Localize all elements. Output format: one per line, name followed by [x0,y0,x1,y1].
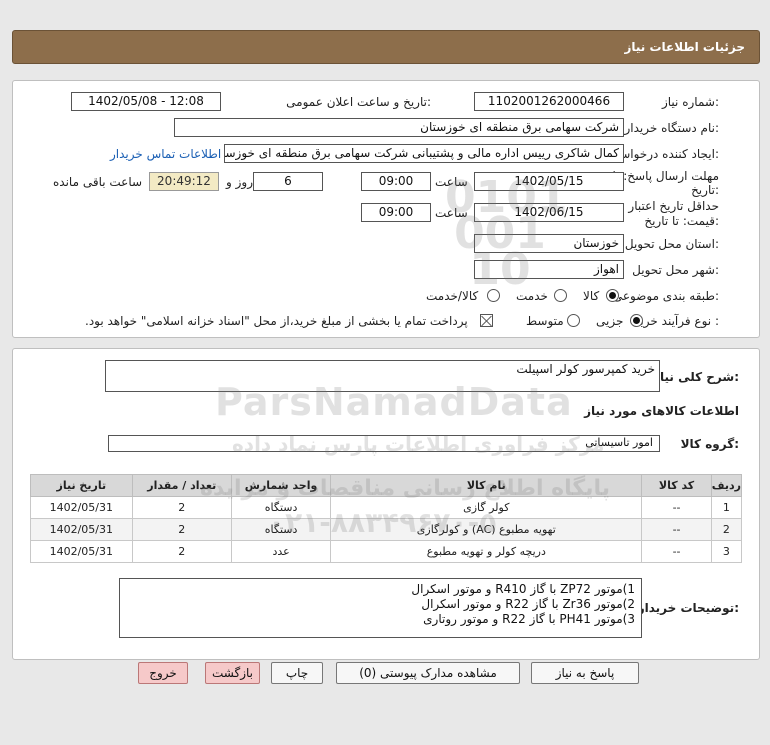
province-field: خوزستان [474,234,624,253]
deadline-time-field: 09:00 [361,172,431,191]
days-field: 6 [253,172,323,191]
page-header: جزئیات اطلاعات نیاز [12,30,760,64]
summary-field: خرید کمپرسور کولر اسپیلت [105,360,660,392]
cell-code: -- [641,540,712,563]
deadline-label-1: مهلت ارسال پاسخ: تا [612,169,719,183]
cell-qty: 2 [131,540,232,563]
category-radio-goods-service[interactable] [487,289,500,302]
category-label: طبقه بندی موضوعی: [612,289,719,303]
buyer-desc-line: 3)موتور PH41 با گاز R22 و موتور روتاری [423,612,635,626]
cell-date: 1402/05/31 [30,496,133,519]
deadline-label-2: تاریخ: [691,183,719,197]
buyer-desc-line: 2)موتور Zr36 با گاز R22 و موتور اسکرال [421,597,635,611]
deadline-date-field: 1402/05/15 [474,172,624,191]
buyer-org-label: نام دستگاه خریدار: [624,121,720,135]
validity-date-field: 1402/06/15 [474,203,624,222]
col-qty-header: تعداد / مقدار [131,474,232,497]
category-goods-label: کالا [583,289,600,303]
treasury-note: پرداخت تمام یا بخشی از مبلغ خرید،از محل … [85,314,468,328]
reply-button[interactable]: پاسخ به نیاز [531,662,639,684]
page-title: جزئیات اطلاعات نیاز [624,40,745,54]
buyer-desc-line: 1)موتور ZP72 با گاز R410 و موتور اسکرال [411,582,635,596]
days-and-label: روز و [226,175,253,189]
cell-name: دریچه کولر و تهویه مطبوع [330,540,643,563]
validity-time-field: 09:00 [361,203,431,222]
cell-row: 2 [710,518,743,541]
purchase-type-label: نوع فرآیند خرید : [634,314,719,328]
validity-label-2: قیمت: تا تاریخ: [644,214,719,228]
need-number-field: 1102001262000466 [474,92,624,111]
buyer-desc-label: توضیحات خریدار: [637,601,739,615]
purchase-medium-label: متوسط [526,314,564,328]
cell-name: کولر گازی [330,496,643,519]
validity-time-label: ساعت [435,206,468,220]
cell-row: 1 [710,496,743,519]
buyer-desc-field: 1)موتور ZP72 با گاز R410 و موتور اسکرال … [119,578,642,638]
cell-date: 1402/05/31 [30,540,133,563]
goods-group-field: امور تاسیساتی [108,435,660,452]
treasury-checkbox[interactable] [480,314,493,327]
cell-qty: 2 [131,518,232,541]
print-button[interactable]: چاپ [271,662,323,684]
province-label: استان محل تحویل: [624,237,719,251]
need-details-panel: شرح کلی نیاز: خرید کمپرسور کولر اسپیلت ا… [12,348,760,660]
goods-table: ردیف کد کالا نام کالا واحد شمارش تعداد /… [30,474,743,563]
col-name-header: نام کالا [330,474,643,497]
table-row: 3 -- دریچه کولر و تهویه مطبوع عدد 2 1402… [30,540,743,563]
col-row-header: ردیف [710,474,743,497]
summary-label: شرح کلی نیاز: [653,370,739,384]
back-button[interactable]: بازگشت [205,662,260,684]
category-radio-service[interactable] [554,289,567,302]
goods-info-title: اطلاعات کالاهای مورد نیاز [584,404,739,418]
cell-unit: دستگاه [230,496,332,519]
purchase-minor-label: جزیی [596,314,624,328]
cell-code: -- [641,496,712,519]
category-goods-service-label: کالا/خدمت [426,289,479,303]
cell-unit: عدد [230,540,332,563]
deadline-time-label: ساعت [435,175,468,189]
purchase-radio-minor[interactable] [630,314,643,327]
col-code-header: کد کالا [641,474,712,497]
category-radio-goods[interactable] [606,289,619,302]
cell-name: تهویه مطبوع (AC) و کولرگازی [330,518,643,541]
table-row: 1 -- کولر گازی دستگاه 2 1402/05/31 [30,496,743,519]
table-row: 2 -- تهویه مطبوع (AC) و کولرگازی دستگاه … [30,518,743,541]
goods-group-label: گروه کالا: [680,437,739,451]
remaining-time-field: 20:49:12 [149,172,219,191]
requester-field: کمال شاکری رییس اداره مالی و پشتیبانی شر… [224,144,624,163]
remaining-label: ساعت باقی مانده [53,175,143,189]
buyer-org-field: شرکت سهامی برق منطقه ای خوزستان [174,118,624,137]
validity-label-1: حداقل تاریخ اعتبار [628,199,719,213]
buyer-contact-link[interactable]: اطلاعات تماس خریدار [110,147,221,161]
cell-code: -- [641,518,712,541]
col-date-header: تاریخ نیاز [30,474,133,497]
need-number-label: شماره نیاز: [661,95,719,109]
announce-label: تاریخ و ساعت اعلان عمومی: [286,95,431,109]
col-unit-header: واحد شمارش [230,474,332,497]
cell-qty: 2 [131,496,232,519]
purchase-radio-medium[interactable] [567,314,580,327]
city-label: شهر محل تحویل: [632,263,719,277]
announce-field: 1402/05/08 - 12:08 [71,92,221,111]
exit-button[interactable]: خروج [138,662,188,684]
cell-date: 1402/05/31 [30,518,133,541]
category-service-label: خدمت [516,289,548,303]
cell-row: 3 [710,540,743,563]
cell-unit: دستگاه [230,518,332,541]
city-field: اهواز [474,260,624,279]
request-info-panel: شماره نیاز: 1102001262000466 تاریخ و ساع… [12,80,760,338]
table-header-row: ردیف کد کالا نام کالا واحد شمارش تعداد /… [30,474,743,497]
requester-label: ایجاد کننده درخواست: [608,147,719,161]
attachments-button[interactable]: مشاهده مدارک پیوستی (0) [336,662,520,684]
